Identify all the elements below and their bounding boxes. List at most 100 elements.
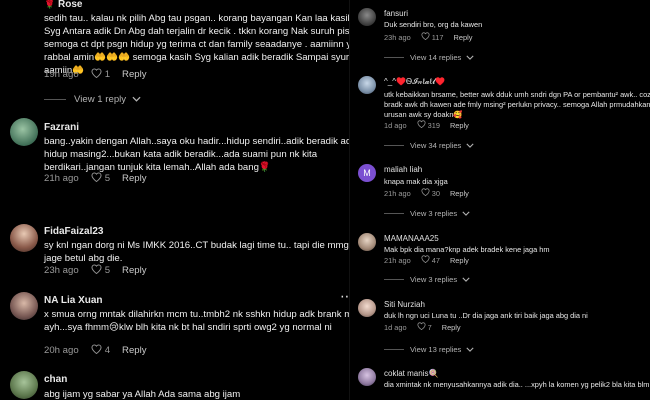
comment-author[interactable]: MAMANAAA25 bbox=[384, 234, 439, 243]
comment-meta: 1d ago 319 Reply bbox=[384, 120, 469, 130]
reply-button[interactable]: Reply bbox=[450, 189, 469, 198]
heart-outline-icon[interactable] bbox=[421, 255, 430, 265]
chevron-down-icon bbox=[466, 141, 474, 150]
view-replies-button[interactable]: View 3 replies bbox=[384, 275, 470, 284]
comment-item: fansuri Duk sendiri bro, org da kawen 23… bbox=[350, 8, 650, 68]
reply-button[interactable]: Reply bbox=[122, 173, 147, 184]
comments-panel-right: fansuri Duk sendiri bro, org da kawen 23… bbox=[350, 0, 650, 400]
comment-author[interactable]: coklat manis🍭 bbox=[384, 369, 438, 378]
comment-item: NA Lia Xuan ⋯ x smua orng mntak dilahirk… bbox=[0, 288, 350, 362]
avatar[interactable] bbox=[10, 118, 38, 146]
comment-time: 23h ago bbox=[44, 265, 79, 276]
avatar[interactable]: M bbox=[358, 164, 376, 182]
reply-button[interactable]: Reply bbox=[122, 265, 147, 276]
comment-item: chan abg ijam yg sabar ya Allah Ada sama… bbox=[0, 371, 350, 400]
comment-time: 19h ago bbox=[44, 69, 79, 80]
comment-author[interactable]: chan bbox=[44, 374, 67, 385]
view-replies-button[interactable]: View 1 reply bbox=[44, 94, 141, 105]
avatar[interactable] bbox=[10, 224, 38, 252]
view-replies-button[interactable]: View 14 replies bbox=[384, 53, 474, 62]
avatar[interactable] bbox=[358, 76, 376, 94]
view-replies-label: View 3 replies bbox=[410, 209, 458, 218]
comment-text: bang..yakin dengan Allah..saya oku hadir… bbox=[44, 136, 350, 173]
heart-outline-icon[interactable] bbox=[91, 68, 102, 81]
comment-item: ^_^♥️Ѳ𝓘𝓃ℓ𝓪ℓ𝓵♥️ utk kebaikkan brsame, bet… bbox=[350, 76, 650, 156]
chevron-down-icon bbox=[466, 345, 474, 354]
heart-outline-icon[interactable] bbox=[91, 172, 102, 185]
comment-item: Siti Nurziah duk lh ngn uci Luna tu ..Dr… bbox=[350, 299, 650, 359]
chevron-down-icon bbox=[462, 275, 470, 284]
avatar[interactable] bbox=[358, 299, 376, 317]
like-count: 1 bbox=[104, 69, 111, 80]
view-replies-label: View 14 replies bbox=[410, 53, 462, 62]
comment-text: utk kebaikkan brsame, better awk dduk um… bbox=[384, 90, 650, 119]
view-replies-button[interactable]: View 34 replies bbox=[384, 141, 474, 150]
chevron-down-icon bbox=[462, 209, 470, 218]
comment-meta: 21h ago 5 Reply bbox=[44, 172, 147, 185]
comment-time: 23h ago bbox=[384, 32, 411, 42]
comment-text: abg ijam yg sabar ya Allah Ada sama abg … bbox=[44, 389, 241, 400]
comments-panel-left: 🌹 Rose sedih tau.. kalau nk pilih Abg ta… bbox=[0, 0, 350, 400]
view-replies-label: View 1 reply bbox=[74, 94, 127, 105]
chevron-down-icon bbox=[466, 53, 474, 62]
comment-meta: 20h ago 4 Reply bbox=[44, 344, 147, 357]
comment-item: MAMANAAA25 Mak bpk dia mana?knp adek bra… bbox=[350, 233, 650, 293]
heart-outline-icon[interactable] bbox=[91, 264, 102, 277]
comment-time: 1d ago bbox=[384, 322, 407, 332]
reply-button[interactable]: Reply bbox=[442, 323, 461, 332]
comment-meta: 23h ago 117 Reply bbox=[384, 32, 472, 42]
comment-author[interactable]: Fazrani bbox=[44, 122, 79, 133]
comment-time: 21h ago bbox=[384, 255, 411, 265]
comment-meta: 21h ago 30 Reply bbox=[384, 188, 469, 198]
comment-item: FidaFaizal23 sy knl ngan dorg ni Ms IMKK… bbox=[0, 224, 350, 280]
comment-time: 20h ago bbox=[44, 345, 79, 356]
comment-author[interactable]: Siti Nurziah bbox=[384, 300, 425, 309]
comment-item: 🌹 Rose sedih tau.. kalau nk pilih Abg ta… bbox=[0, 0, 350, 105]
comment-item: coklat manis🍭 dia xmintak nk menyusahkan… bbox=[350, 368, 650, 400]
comment-meta: 19h ago 1 Reply bbox=[44, 68, 147, 81]
comment-text: Duk sendiri bro, org da kawen bbox=[384, 20, 483, 29]
comment-meta: 21h ago 47 Reply bbox=[384, 255, 469, 265]
comment-author[interactable]: fansuri bbox=[384, 9, 408, 18]
comment-time: 1d ago bbox=[384, 120, 407, 130]
view-replies-label: View 3 replies bbox=[410, 275, 458, 284]
view-replies-label: View 34 replies bbox=[410, 141, 462, 150]
reply-button[interactable]: Reply bbox=[122, 345, 147, 356]
comment-text: x smua orng mntak dilahirkn mcm tu..tmbh… bbox=[44, 309, 350, 333]
like-count: 47 bbox=[431, 255, 440, 265]
comment-text: sy knl ngan dorg ni Ms IMKK 2016..CT bud… bbox=[44, 240, 349, 264]
comment-meta: 1d ago 7 Reply bbox=[384, 322, 461, 332]
like-count: 4 bbox=[104, 345, 111, 356]
avatar[interactable] bbox=[358, 233, 376, 251]
like-count: 7 bbox=[427, 322, 432, 332]
chevron-down-icon bbox=[132, 94, 141, 105]
view-replies-button[interactable]: View 13 replies bbox=[384, 345, 474, 354]
comment-author[interactable]: maliah liah bbox=[384, 165, 422, 174]
comment-text: knapa mak dia xjga bbox=[384, 177, 448, 186]
comment-author[interactable]: FidaFaizal23 bbox=[44, 226, 103, 237]
reply-button[interactable]: Reply bbox=[450, 256, 469, 265]
reply-button[interactable]: Reply bbox=[122, 69, 147, 80]
view-replies-button[interactable]: View 3 replies bbox=[384, 209, 470, 218]
comment-author[interactable]: ^_^♥️Ѳ𝓘𝓃ℓ𝓪ℓ𝓵♥️ bbox=[384, 77, 445, 87]
reply-button[interactable]: Reply bbox=[450, 121, 469, 130]
avatar[interactable] bbox=[10, 371, 38, 399]
comment-author[interactable]: 🌹 Rose bbox=[44, 0, 82, 10]
comment-text: dia xmintak nk menyusahkannya adik dia..… bbox=[384, 380, 650, 389]
heart-outline-icon[interactable] bbox=[417, 120, 426, 130]
comment-item: Fazrani bang..yakin dengan Allah..saya o… bbox=[0, 118, 350, 188]
comment-author[interactable]: NA Lia Xuan bbox=[44, 295, 103, 306]
heart-outline-icon[interactable] bbox=[421, 32, 430, 42]
like-count: 319 bbox=[427, 120, 440, 130]
heart-outline-icon[interactable] bbox=[417, 322, 426, 332]
avatar[interactable] bbox=[10, 292, 38, 320]
avatar[interactable] bbox=[358, 368, 376, 386]
reply-button[interactable]: Reply bbox=[454, 33, 473, 42]
heart-outline-icon[interactable] bbox=[91, 344, 102, 357]
avatar[interactable] bbox=[358, 8, 376, 26]
like-count: 5 bbox=[104, 173, 111, 184]
heart-outline-icon[interactable] bbox=[421, 188, 430, 198]
comment-text: duk lh ngn uci Luna tu ..Dr dia jaga ank… bbox=[384, 311, 588, 320]
default-avatar-icon: M bbox=[363, 168, 371, 178]
rose-icon: 🌹 bbox=[44, 0, 56, 9]
